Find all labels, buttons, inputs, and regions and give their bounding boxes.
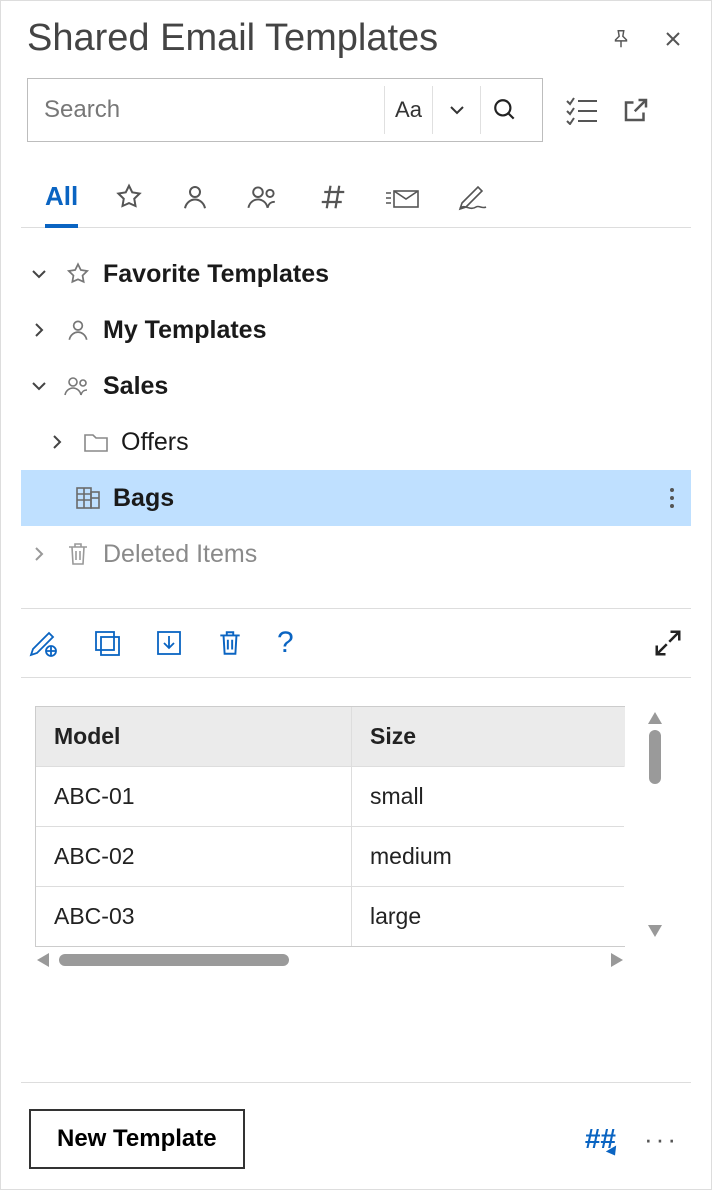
tree-label: Offers	[121, 428, 189, 457]
horizontal-scrollbar[interactable]	[35, 947, 625, 967]
tree-label: My Templates	[103, 316, 266, 345]
tree-node-bags[interactable]: Bags	[21, 470, 691, 526]
tree-label: Bags	[113, 484, 174, 513]
match-case-button[interactable]: Aa	[384, 86, 432, 134]
open-external-icon[interactable]	[621, 95, 651, 125]
templates-tree: Favorite Templates My Templates Sales	[21, 246, 691, 582]
folder-icon	[81, 431, 111, 453]
tree-label: Deleted Items	[103, 540, 257, 569]
table-row: ABC-02 medium	[36, 827, 625, 887]
pin-icon[interactable]	[609, 27, 633, 51]
trash-icon[interactable]	[217, 627, 243, 659]
scroll-thumb[interactable]	[59, 954, 289, 966]
tree-node-sales[interactable]: Sales	[21, 358, 691, 414]
insert-macro-button[interactable]: ##	[585, 1123, 616, 1155]
expand-icon[interactable]	[653, 628, 683, 658]
star-icon	[63, 261, 93, 287]
new-template-button[interactable]: New Template	[29, 1109, 245, 1169]
close-icon[interactable]	[661, 27, 685, 51]
tab-personal[interactable]	[180, 166, 210, 227]
header: Shared Email Templates	[21, 11, 691, 60]
checklist-icon[interactable]	[565, 95, 599, 125]
footer: New Template ## ···	[21, 1082, 691, 1169]
chevron-down-icon	[25, 265, 53, 283]
column-header-size: Size	[352, 707, 624, 767]
chevron-right-icon	[25, 321, 53, 339]
datasheet-icon	[73, 486, 103, 510]
scroll-thumb[interactable]	[649, 730, 661, 784]
team-icon	[63, 373, 93, 399]
cell-model: ABC-03	[36, 887, 352, 946]
page-title: Shared Email Templates	[27, 17, 438, 60]
chevron-down-icon	[25, 377, 53, 395]
vertical-scrollbar[interactable]	[645, 712, 665, 937]
chevron-right-icon	[25, 545, 53, 563]
shared-email-templates-pane: Shared Email Templates Aa	[0, 0, 712, 1190]
copy-icon[interactable]	[93, 627, 121, 659]
cell-size: medium	[352, 827, 624, 887]
table-row: ABC-03 large	[36, 887, 625, 946]
table-header: Model Size	[36, 707, 625, 767]
help-button[interactable]: ?	[277, 627, 294, 659]
tree-node-deleted[interactable]: Deleted Items	[21, 526, 691, 582]
cell-model: ABC-02	[36, 827, 352, 887]
chevron-right-icon	[43, 433, 71, 451]
search-icon[interactable]	[480, 86, 528, 134]
cell-model: ABC-01	[36, 767, 352, 827]
tree-label: Favorite Templates	[103, 260, 329, 289]
trash-icon	[63, 541, 93, 567]
import-icon[interactable]	[155, 627, 183, 659]
tab-favorites[interactable]	[114, 166, 144, 227]
search-input[interactable]	[42, 95, 384, 125]
tab-hashtag[interactable]	[318, 166, 348, 227]
table-row: ABC-01 small	[36, 767, 625, 827]
tree-node-favorite[interactable]: Favorite Templates	[21, 246, 691, 302]
search-box: Aa	[27, 78, 543, 142]
tab-all[interactable]: All	[45, 166, 78, 227]
filter-tabs: All	[21, 166, 691, 228]
preview-toolbar: ?	[21, 608, 691, 678]
chevron-down-icon[interactable]	[432, 86, 480, 134]
tree-label: Sales	[103, 372, 168, 401]
preview-table: Model Size ABC-01 small ABC-02 medium AB…	[35, 706, 625, 947]
tree-node-offers[interactable]: Offers	[21, 414, 691, 470]
column-header-model: Model	[36, 707, 352, 767]
more-options-button[interactable]: ···	[640, 1124, 683, 1155]
person-icon	[63, 317, 93, 343]
kebab-menu-icon[interactable]	[669, 487, 685, 509]
edit-web-icon[interactable]	[29, 627, 59, 659]
template-preview: Model Size ABC-01 small ABC-02 medium AB…	[21, 706, 691, 967]
cell-size: large	[352, 887, 624, 946]
tab-signatures[interactable]	[456, 166, 490, 227]
tree-node-my-templates[interactable]: My Templates	[21, 302, 691, 358]
cell-size: small	[352, 767, 624, 827]
tab-team[interactable]	[246, 166, 282, 227]
tab-mail-merge[interactable]	[384, 166, 420, 227]
window-controls	[609, 27, 685, 51]
search-row: Aa	[21, 78, 691, 142]
